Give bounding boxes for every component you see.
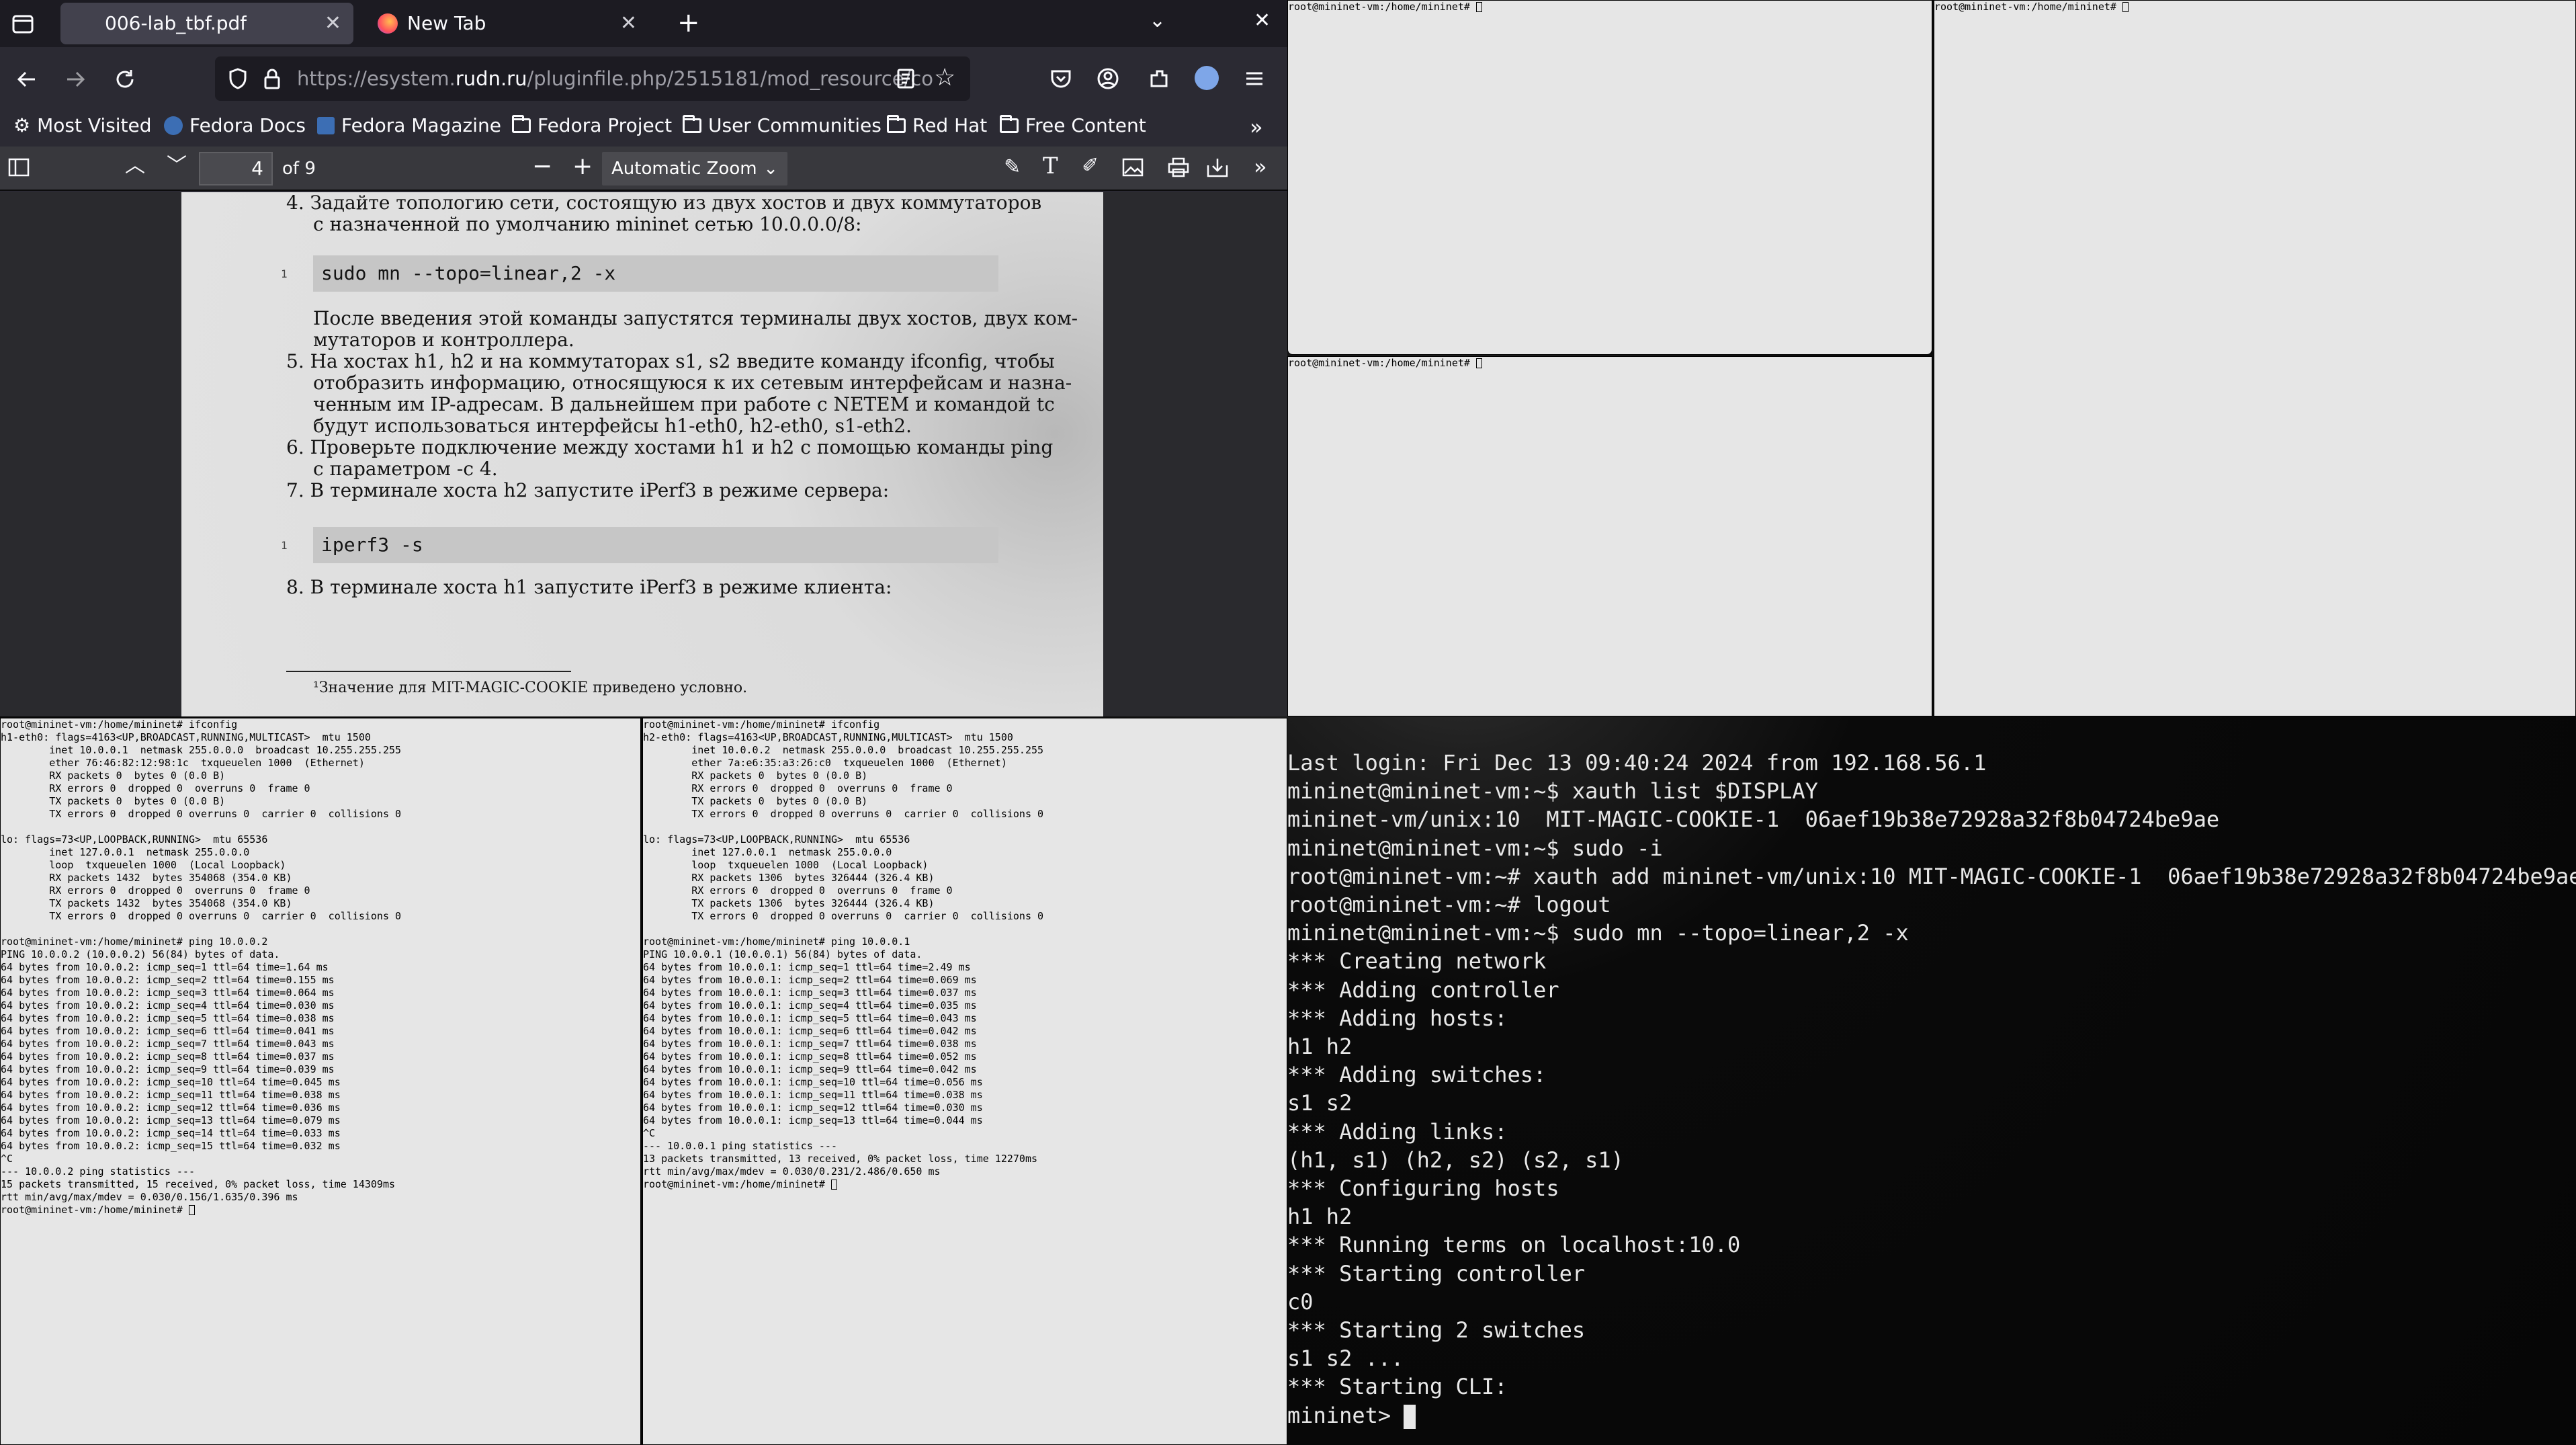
folder-icon: [887, 114, 906, 133]
new-tab-button[interactable]: +: [677, 9, 700, 36]
terminal-output: root@mininet-vm:/home/mininet#: [1288, 1, 1476, 13]
url-bar[interactable]: https://esystem.rudn.ru/pluginfile.php/2…: [215, 56, 970, 101]
forward-icon[interactable]: [63, 67, 87, 96]
terminal-cursor: [830, 1180, 837, 1190]
tab-list-icon[interactable]: [11, 12, 35, 41]
pdf-toolbar: ︿ ﹀ 4 of 9 − + Automatic Zoom ⌄ ✎ T ✐ »: [0, 147, 1287, 191]
tools-overflow-icon[interactable]: »: [1254, 156, 1267, 177]
terminal-cursor: [1475, 2, 1482, 12]
pdf-line: После введения этой команды запустятся т…: [313, 307, 1078, 329]
code-line-number: 1: [281, 267, 288, 280]
text-tool-icon[interactable]: T: [1043, 155, 1058, 177]
terminal-cursor: [1475, 358, 1482, 368]
footnote: ¹Значение для MIT-MAGIC-COOKIE приведено…: [313, 679, 748, 696]
menu-icon[interactable]: [1243, 67, 1266, 95]
account-icon[interactable]: [1097, 67, 1119, 95]
close-tab-icon[interactable]: ✕: [620, 3, 637, 44]
back-icon[interactable]: [15, 67, 39, 96]
sidebar-toggle-icon[interactable]: [8, 157, 30, 182]
firefox-window: 006-lab_tbf.pdf ✕ New Tab ✕ + ⌄ ✕ https:…: [0, 0, 1287, 716]
zoom-select[interactable]: Automatic Zoom ⌄: [602, 152, 787, 185]
navigation-bar: https://esystem.rudn.ru/pluginfile.php/2…: [0, 47, 1287, 112]
code-block: iperf3 -s: [313, 527, 998, 563]
xterm-mid-left[interactable]: root@mininet-vm:/home/mininet#: [1287, 356, 1932, 716]
draw-icon[interactable]: ✐: [1082, 156, 1099, 176]
page-number-input[interactable]: 4: [199, 152, 273, 185]
previous-page-icon[interactable]: ︿: [125, 156, 145, 176]
terminal-cursor: [2122, 2, 2129, 12]
terminal-output: root@mininet-vm:/home/mininet#: [1934, 1, 2122, 13]
bookmark-most-visited[interactable]: ⚙ Most Visited: [13, 114, 152, 136]
pdf-viewer[interactable]: 4. Задайте топологию сети, состоящую из …: [0, 192, 1287, 716]
next-page-icon[interactable]: ﹀: [167, 156, 187, 176]
pdf-line: 4. Задайте топологию сети, состоящую из …: [286, 192, 1042, 214]
terminal-cursor: [188, 1205, 195, 1215]
bookmark-star-icon[interactable]: ☆: [934, 66, 955, 90]
reader-view-icon[interactable]: [895, 67, 916, 95]
tab-bar: 006-lab_tbf.pdf ✕ New Tab ✕ + ⌄ ✕: [0, 0, 1287, 47]
tab-pdf[interactable]: 006-lab_tbf.pdf ✕: [60, 3, 353, 44]
pdf-line: мутаторов и контроллера.: [313, 329, 574, 351]
chevron-down-icon: ⌄: [763, 159, 778, 179]
close-tab-icon[interactable]: ✕: [325, 3, 341, 44]
terminal-output: root@mininet-vm:/home/mininet#: [1288, 357, 1476, 369]
print-icon[interactable]: [1168, 157, 1189, 182]
magazine-icon: [317, 116, 335, 134]
pdf-line: 5. На хостах h1, h2 и на коммутаторах s1…: [286, 350, 1055, 372]
gear-icon: ⚙: [13, 114, 31, 136]
terminal-cursor: [1404, 1404, 1416, 1429]
zoom-out-icon[interactable]: −: [532, 155, 552, 179]
page-total: of 9: [282, 159, 316, 179]
fedora-icon: [164, 116, 183, 135]
close-window-icon[interactable]: ✕: [1254, 11, 1271, 31]
bookmarks-overflow-icon[interactable]: »: [1250, 114, 1263, 140]
zoom-in-icon[interactable]: +: [572, 155, 593, 179]
bookmark-fedora-docs[interactable]: Fedora Docs: [164, 114, 306, 136]
firefox-icon: [378, 13, 398, 34]
code-block: sudo mn --topo=linear,2 -x: [313, 255, 998, 292]
shield-icon[interactable]: [227, 67, 249, 95]
pdf-line: 8. В терминале хоста h1 запустите iPerf3…: [286, 576, 892, 598]
bookmarks-toolbar: ⚙ Most Visited Fedora Docs Fedora Magazin…: [0, 112, 1287, 141]
bookmark-red-hat[interactable]: Red Hat: [887, 114, 987, 136]
main-terminal[interactable]: Last login: Fri Dec 13 09:40:24 2024 fro…: [1287, 716, 2576, 1445]
pdf-line: 7. В терминале хоста h2 запустите iPerf3…: [286, 479, 890, 501]
xterm-top-left[interactable]: root@mininet-vm:/home/mininet#: [1287, 0, 1932, 355]
bookmark-user-communities[interactable]: User Communities: [683, 114, 882, 136]
extensions-icon[interactable]: [1148, 67, 1170, 95]
extension-badge-icon[interactable]: [1195, 66, 1219, 95]
reload-icon[interactable]: [113, 67, 137, 96]
pdf-line: ченным им IP-адресам. В дальнейшем при р…: [313, 393, 1055, 415]
highlight-icon[interactable]: ✎: [1004, 157, 1021, 177]
terminal-output: root@mininet-vm:/home/mininet# ifconfig …: [1, 718, 402, 1216]
xterm-top-right[interactable]: root@mininet-vm:/home/mininet#: [1934, 0, 2576, 716]
folder-icon: [683, 114, 701, 133]
xterm-h1[interactable]: root@mininet-vm:/home/mininet# ifconfig …: [0, 718, 641, 1445]
footnote-rule: [286, 671, 571, 672]
terminal-output: Last login: Fri Dec 13 09:40:24 2024 fro…: [1287, 750, 2576, 1428]
save-icon[interactable]: [1207, 157, 1228, 182]
chevron-down-icon[interactable]: ⌄: [1149, 11, 1166, 31]
pdf-line: с назначенной по умолчанию mininet сетью…: [313, 213, 862, 235]
lock-icon[interactable]: [262, 67, 282, 95]
bookmark-free-content[interactable]: Free Content: [1000, 114, 1146, 136]
tab-pdf-label: 006-lab_tbf.pdf: [105, 12, 247, 34]
image-icon[interactable]: [1122, 157, 1144, 182]
pdf-line: отобразить информацию, относящуюся к их …: [313, 372, 1072, 394]
xterm-h2[interactable]: root@mininet-vm:/home/mininet# ifconfig …: [642, 718, 1287, 1445]
url-text[interactable]: https://esystem.rudn.ru/pluginfile.php/2…: [297, 56, 933, 101]
pdf-line: с параметром -c 4.: [313, 458, 498, 480]
folder-icon: [512, 114, 531, 133]
tab-new-tab-label: New Tab: [407, 12, 486, 34]
folder-icon: [1000, 114, 1019, 133]
code-line-number: 1: [281, 539, 288, 552]
pdf-line: будут использоваться интерфейсы h1-eth0,…: [313, 415, 912, 437]
bookmark-fedora-magazine[interactable]: Fedora Magazine: [317, 114, 501, 136]
pdf-line: 6. Проверьте подключение между хостами h…: [286, 436, 1054, 458]
pocket-icon[interactable]: [1049, 67, 1072, 95]
tab-new-tab[interactable]: New Tab ✕: [367, 3, 649, 44]
bookmark-fedora-project[interactable]: Fedora Project: [512, 114, 672, 136]
terminal-output: root@mininet-vm:/home/mininet# ifconfig …: [643, 718, 1044, 1190]
pdf-page: 4. Задайте топологию сети, состоящую из …: [181, 192, 1103, 716]
